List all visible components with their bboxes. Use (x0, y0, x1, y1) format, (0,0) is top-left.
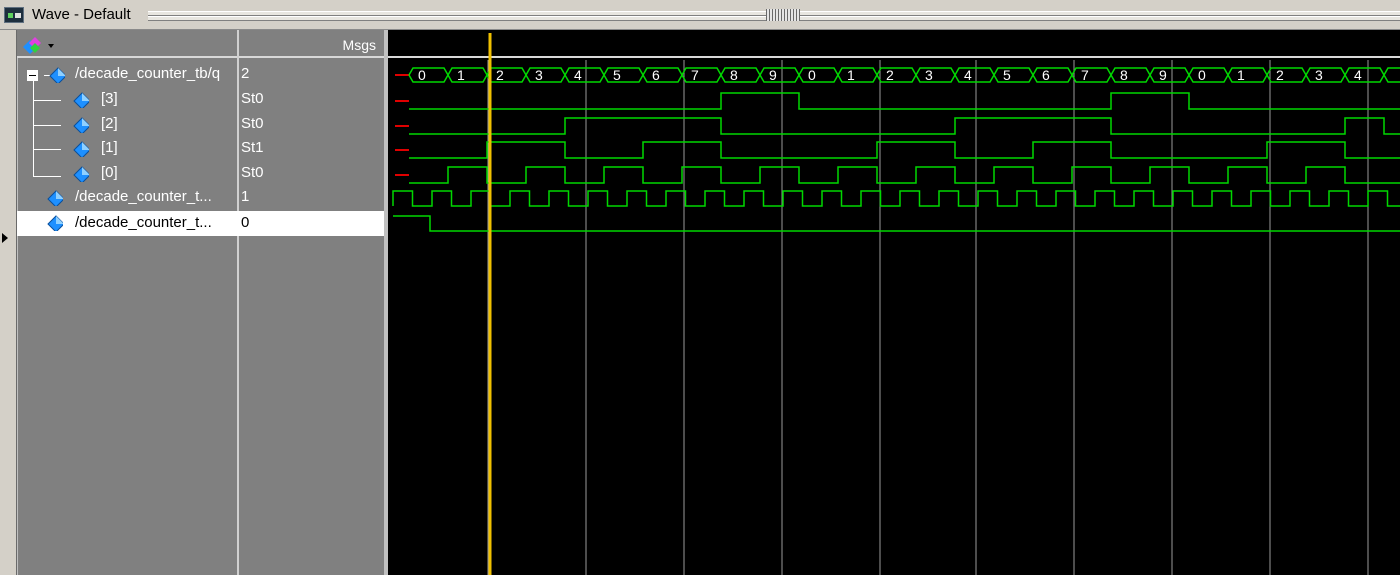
bus-value-label: 4 (964, 67, 972, 83)
bus-segment (837, 67, 878, 83)
tree-line-branch-3 (33, 100, 61, 101)
tree-line-branch-1 (33, 149, 61, 150)
bus-value-label: 4 (574, 67, 582, 83)
bus-value-label: 5 (613, 67, 621, 83)
bus-segment (1266, 67, 1307, 83)
signal-values-pane[interactable] (237, 30, 384, 575)
bus-value-label: 0 (418, 67, 426, 83)
signal-value-q: 2 (241, 65, 250, 82)
bus-value-label: 2 (496, 67, 504, 83)
bus-value-label: 9 (769, 67, 777, 83)
bus-segment (993, 67, 1034, 83)
bus-value-label: 8 (1120, 67, 1128, 83)
bus-segment (486, 67, 527, 83)
bus-segment (915, 67, 956, 83)
signal-name-reset: /decade_counter_t... (75, 214, 212, 231)
collapse-bus-button[interactable] (27, 70, 38, 81)
bus-segment (1071, 67, 1112, 83)
bus-segment (954, 67, 995, 83)
bus-value-label: 7 (691, 67, 699, 83)
bus-segment (603, 67, 644, 83)
bus-value-label: 1 (457, 67, 465, 83)
bus-segment (408, 67, 449, 83)
bus-value-label: 3 (925, 67, 933, 83)
wave-toolbox-icon (23, 37, 54, 54)
bus-value-label: 5 (1003, 67, 1011, 83)
signal-value-reset: 0 (241, 214, 250, 231)
insert-marker-icon (2, 233, 8, 243)
bus-segment (1032, 67, 1073, 83)
bus-value-label: 6 (1042, 67, 1050, 83)
bus-diamond-icon (49, 67, 65, 83)
signal-name-q[interactable]: /decade_counter_tb/q (75, 65, 220, 82)
bit-diamond-icon (73, 141, 89, 157)
window-title: Wave - Default (32, 6, 131, 23)
bit-diamond-icon (73, 117, 89, 133)
bus-value-label: 6 (652, 67, 660, 83)
bus-segment (1227, 67, 1268, 83)
names-header (17, 30, 237, 58)
clock-waveform (392, 190, 1400, 207)
bit-waveform-2 (409, 117, 1400, 135)
signal-name-q3[interactable]: [3] (101, 90, 118, 107)
signal-name-q1[interactable]: [1] (101, 139, 118, 156)
bus-segment (876, 67, 917, 83)
signal-diamond-icon (47, 190, 63, 206)
bus-segment (525, 67, 566, 83)
bus-value-label: 9 (1159, 67, 1167, 83)
wave-toolbox-button[interactable] (19, 35, 57, 55)
bus-segment (564, 67, 605, 83)
bus-value-label: 3 (535, 67, 543, 83)
bit-waveform-3 (409, 92, 1400, 110)
msgs-header-label: Msgs (342, 37, 376, 53)
bit-diamond-icon (73, 92, 89, 108)
values-header: Msgs (239, 30, 384, 58)
bus-value-label: 8 (730, 67, 738, 83)
bus-segment (1305, 67, 1346, 83)
tree-line-vertical (33, 81, 34, 177)
signal-name-clk[interactable]: /decade_counter_t... (75, 188, 212, 205)
waveform-canvas[interactable]: 0 1 2 3 4 5 6 7 8 9 0 1 2 3 4 5 6 7 8 9 0 1 2 3 4 (388, 30, 1400, 575)
signal-value-clk: 1 (241, 188, 250, 205)
bus-segment (642, 67, 683, 83)
bus-segment (1188, 67, 1229, 83)
signal-value-q2: St0 (241, 115, 264, 132)
bus-segment (447, 67, 488, 83)
bus-value-label: 1 (847, 67, 855, 83)
wave-window-titlebar: Wave - Default (0, 0, 1400, 30)
bit-diamond-icon (73, 166, 89, 182)
signal-name-q2[interactable]: [2] (101, 115, 118, 132)
bus-segment (1110, 67, 1151, 83)
bus-segment (681, 67, 722, 83)
bus-value-label: 0 (1198, 67, 1206, 83)
bus-segment (759, 67, 800, 83)
bit-waveform-0 (409, 166, 1400, 184)
selected-signal-row[interactable]: /decade_counter_t... 0 (17, 211, 384, 236)
reset-waveform (393, 215, 1400, 232)
bus-segment (1149, 67, 1190, 83)
bus-value-label: 2 (1276, 67, 1284, 83)
signal-name-q0[interactable]: [0] (101, 164, 118, 181)
bit-waveform-1 (409, 141, 1400, 159)
signal-value-q3: St0 (241, 90, 264, 107)
tree-line-branch-0 (33, 176, 61, 177)
bus-value-label: 7 (1081, 67, 1089, 83)
bus-segment (720, 67, 761, 83)
wave-window-icon (4, 7, 24, 23)
signal-value-q1: St1 (241, 139, 264, 156)
left-edge-gutter (0, 30, 17, 575)
window-drag-handle[interactable] (766, 9, 800, 21)
signal-names-pane[interactable] (17, 30, 237, 575)
signal-value-q0: St0 (241, 164, 264, 181)
bus-value-label: 3 (1315, 67, 1323, 83)
bus-value-label: 2 (886, 67, 894, 83)
bus-value-label: 4 (1354, 67, 1362, 83)
tree-line-branch-2 (33, 125, 61, 126)
bus-segment (798, 67, 839, 83)
bus-segment (1344, 67, 1385, 83)
bus-value-label: 1 (1237, 67, 1245, 83)
signal-diamond-icon (47, 215, 63, 231)
bus-segment (1383, 67, 1400, 83)
bus-value-label: 0 (808, 67, 816, 83)
